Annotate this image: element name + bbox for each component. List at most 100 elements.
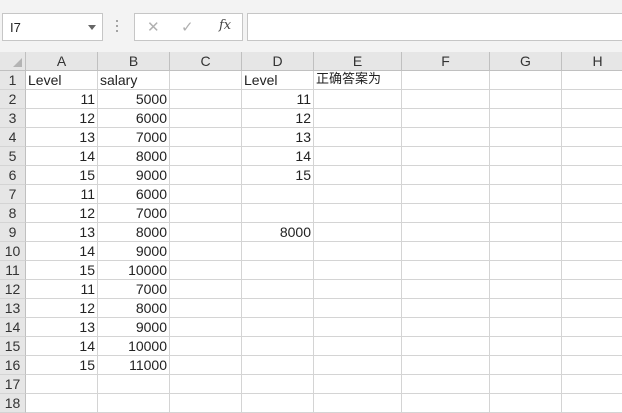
cell-e14[interactable] [314,318,402,337]
cell-g5[interactable] [490,147,562,166]
cell-a4[interactable]: 13 [26,128,98,147]
cell-a10[interactable]: 14 [26,242,98,261]
cell-d17[interactable] [242,375,314,394]
cell-e7[interactable] [314,185,402,204]
cell-g16[interactable] [490,356,562,375]
cancel-icon[interactable]: ✕ [147,18,160,36]
cell-h17[interactable] [562,375,622,394]
cell-f1[interactable] [402,71,490,90]
cell-b6[interactable]: 9000 [98,166,170,185]
row-header-9[interactable]: 9 [0,223,26,242]
row-header-2[interactable]: 2 [0,90,26,109]
cell-f17[interactable] [402,375,490,394]
row-header-18[interactable]: 18 [0,394,26,413]
cell-h6[interactable] [562,166,622,185]
cell-g11[interactable] [490,261,562,280]
cell-h5[interactable] [562,147,622,166]
cell-g3[interactable] [490,109,562,128]
cell-g7[interactable] [490,185,562,204]
cell-f7[interactable] [402,185,490,204]
cell-a5[interactable]: 14 [26,147,98,166]
cell-e13[interactable] [314,299,402,318]
cell-g1[interactable] [490,71,562,90]
cell-h13[interactable] [562,299,622,318]
cell-d12[interactable] [242,280,314,299]
cell-h10[interactable] [562,242,622,261]
enter-icon[interactable]: ✓ [181,18,194,36]
cell-a1[interactable]: Level [26,71,98,90]
cell-b5[interactable]: 8000 [98,147,170,166]
row-header-17[interactable]: 17 [0,375,26,394]
column-header-g[interactable]: G [490,52,562,71]
cell-g4[interactable] [490,128,562,147]
cell-c3[interactable] [170,109,242,128]
cell-c6[interactable] [170,166,242,185]
cell-g9[interactable] [490,223,562,242]
cell-a7[interactable]: 11 [26,185,98,204]
row-header-7[interactable]: 7 [0,185,26,204]
cell-h15[interactable] [562,337,622,356]
cell-d2[interactable]: 11 [242,90,314,109]
cell-b14[interactable]: 9000 [98,318,170,337]
cell-c10[interactable] [170,242,242,261]
cell-d15[interactable] [242,337,314,356]
cell-c11[interactable] [170,261,242,280]
cell-d16[interactable] [242,356,314,375]
cell-d13[interactable] [242,299,314,318]
row-header-1[interactable]: 1 [0,71,26,90]
cell-h3[interactable] [562,109,622,128]
cell-b9[interactable]: 8000 [98,223,170,242]
cell-a15[interactable]: 14 [26,337,98,356]
cell-a12[interactable]: 11 [26,280,98,299]
cell-f6[interactable] [402,166,490,185]
cell-b15[interactable]: 10000 [98,337,170,356]
cell-c7[interactable] [170,185,242,204]
cell-b18[interactable] [98,394,170,413]
cell-g14[interactable] [490,318,562,337]
cell-a13[interactable]: 12 [26,299,98,318]
cell-c14[interactable] [170,318,242,337]
cell-f16[interactable] [402,356,490,375]
cell-e12[interactable] [314,280,402,299]
row-header-4[interactable]: 4 [0,128,26,147]
cell-b7[interactable]: 6000 [98,185,170,204]
cell-d14[interactable] [242,318,314,337]
row-header-6[interactable]: 6 [0,166,26,185]
cell-a9[interactable]: 13 [26,223,98,242]
cell-e11[interactable] [314,261,402,280]
column-header-h[interactable]: H [562,52,622,71]
cell-a3[interactable]: 12 [26,109,98,128]
cell-g10[interactable] [490,242,562,261]
cell-d4[interactable]: 13 [242,128,314,147]
cell-a17[interactable] [26,375,98,394]
column-header-c[interactable]: C [170,52,242,71]
cell-g13[interactable] [490,299,562,318]
cell-b4[interactable]: 7000 [98,128,170,147]
cell-b1[interactable]: salary [98,71,170,90]
cell-a11[interactable]: 15 [26,261,98,280]
cell-f3[interactable] [402,109,490,128]
cell-c2[interactable] [170,90,242,109]
row-header-12[interactable]: 12 [0,280,26,299]
cell-h2[interactable] [562,90,622,109]
cell-f9[interactable] [402,223,490,242]
cell-a8[interactable]: 12 [26,204,98,223]
row-header-16[interactable]: 16 [0,356,26,375]
name-box-dropdown-icon[interactable] [88,25,96,30]
cell-d6[interactable]: 15 [242,166,314,185]
cell-e3[interactable] [314,109,402,128]
column-header-e[interactable]: E [314,52,402,71]
cell-b11[interactable]: 10000 [98,261,170,280]
row-header-11[interactable]: 11 [0,261,26,280]
cell-h7[interactable] [562,185,622,204]
cell-f5[interactable] [402,147,490,166]
row-header-10[interactable]: 10 [0,242,26,261]
cell-g2[interactable] [490,90,562,109]
cell-c13[interactable] [170,299,242,318]
row-header-8[interactable]: 8 [0,204,26,223]
cell-a6[interactable]: 15 [26,166,98,185]
cell-f12[interactable] [402,280,490,299]
cell-e18[interactable] [314,394,402,413]
column-header-b[interactable]: B [98,52,170,71]
cell-g6[interactable] [490,166,562,185]
